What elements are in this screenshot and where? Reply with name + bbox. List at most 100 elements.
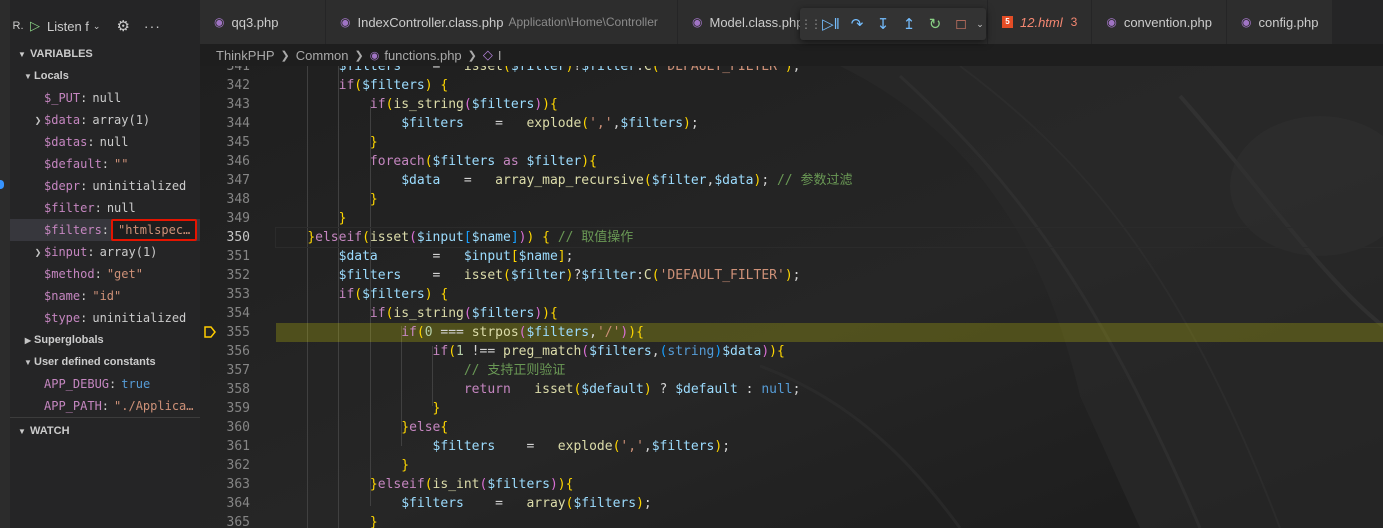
code-line[interactable]: } [276, 513, 1383, 528]
line-number: 364 [226, 496, 250, 511]
variable-row[interactable]: $method: "get" [10, 263, 200, 285]
line-number: 363 [226, 477, 250, 492]
code-line[interactable]: } [276, 209, 1383, 228]
debug-toolbar: R. ▷ Listen f ⌄ ⚙ ··· [10, 10, 200, 42]
chevron-right-icon: ▶ [24, 335, 32, 345]
error-count-badge: 3 [1070, 15, 1078, 29]
code-line[interactable]: $filters = explode(',',$filters); [276, 114, 1383, 133]
step-into-icon[interactable]: ↧ [870, 15, 896, 33]
code-line[interactable]: if($filters) { [276, 285, 1383, 304]
variable-row[interactable]: $type: uninitialized [10, 307, 200, 329]
variable-row[interactable]: $depr: uninitialized [10, 175, 200, 197]
code-line[interactable]: } [276, 190, 1383, 209]
line-number: 349 [226, 211, 250, 226]
step-out-icon[interactable]: ↥ [896, 15, 922, 33]
variable-row[interactable]: $default: "" [10, 153, 200, 175]
code-line[interactable]: }elseif(is_int($filters)){ [276, 475, 1383, 494]
variable-name: $datas [44, 135, 88, 149]
code-line[interactable]: // 支持正则验证 [276, 361, 1383, 380]
restart-icon[interactable]: ↻ [922, 15, 948, 33]
code-line[interactable]: return isset($default) ? $default : null… [276, 380, 1383, 399]
variable-colon: : [87, 135, 95, 149]
continue-icon[interactable]: ▷‖ [818, 15, 844, 33]
step-over-icon[interactable]: ↷ [844, 15, 870, 33]
variable-row[interactable]: $name: "id" [10, 285, 200, 307]
php-file-icon: ◉ [692, 15, 703, 29]
line-gutter: 341 342 343 344 345 346 347 348 349 350 351 352 353 3… [200, 66, 276, 528]
code-line[interactable]: $filters = isset($filter)?$filter:C('DEF… [276, 266, 1383, 285]
gear-icon[interactable]: ⚙ [116, 17, 129, 35]
constant-row[interactable]: APP_DEBUG: true [10, 373, 200, 395]
breadcrumb-item-common[interactable]: Common [296, 48, 349, 63]
variable-colon: : [80, 179, 88, 193]
code-line[interactable]: if($filters) { [276, 76, 1383, 95]
editor-tab[interactable]: ◉ qq3.php [200, 0, 326, 44]
tab-label: convention.php [1123, 14, 1212, 30]
constants-scope[interactable]: ▼ User defined constants [10, 351, 200, 373]
editor-tab[interactable]: 5 12.html 3 [988, 0, 1093, 44]
chevron-right-icon: ❯ [34, 115, 42, 125]
code-line[interactable]: } [276, 399, 1383, 418]
variable-row[interactable]: ❯ $data: array(1) [10, 109, 200, 131]
chevron-right-icon: ❯ [354, 49, 364, 62]
variable-name: $name [44, 289, 81, 303]
variable-name: $method [44, 267, 95, 281]
tab-label: config.php [1258, 14, 1319, 30]
constant-row[interactable]: APP_PATH: "./Applica… [10, 395, 200, 417]
editor-tab[interactable]: ◉ config.php [1227, 0, 1334, 44]
code-line[interactable]: }elseif(isset($input[$name])) { // 取值操作 [275, 227, 1383, 248]
breadcrumb-item-symbol[interactable]: I [498, 48, 502, 63]
variables-title: VARIABLES [30, 48, 93, 60]
variable-row[interactable]: $datas: null [10, 131, 200, 153]
editor-tab[interactable]: ◉ convention.php [1092, 0, 1227, 44]
line-number: 354 [226, 306, 250, 321]
code-line[interactable]: $filters = array($filters); [276, 494, 1383, 513]
watch-section-header[interactable]: ▼ WATCH [10, 420, 200, 442]
code-line[interactable]: if(0 === strpos($filters,'/')){ [276, 323, 1383, 342]
variable-colon: : [94, 201, 102, 215]
variable-colon: : [101, 223, 110, 237]
variables-section-header[interactable]: ▼ VARIABLES [10, 43, 200, 65]
code-line[interactable]: } [276, 456, 1383, 475]
launch-config-select[interactable]: Listen f ⌄ [47, 19, 100, 34]
code-editor[interactable]: $filters = isset($filter)?$filter:C('DEF… [200, 66, 1383, 528]
breadcrumb-item-thinkphp[interactable]: ThinkPHP [216, 48, 275, 63]
editor-tab[interactable]: ◉ IndexController.class.php Application\Ho… [326, 0, 678, 44]
variable-value: null [99, 135, 129, 149]
variable-row[interactable]: $filters: "htmlspec… [10, 219, 200, 241]
locals-scope[interactable]: ▼ Locals [10, 65, 200, 87]
chevron-down-icon[interactable]: ⌄ [974, 19, 986, 30]
code-line[interactable]: foreach($filters as $filter){ [276, 152, 1383, 171]
chevron-down-icon: ▼ [18, 49, 26, 59]
html5-icon: 5 [1002, 16, 1013, 28]
code-line[interactable]: } [276, 133, 1383, 152]
superglobals-label: Superglobals [34, 334, 104, 346]
code-line[interactable]: $filters = explode(',',$filters); [276, 437, 1383, 456]
code-line[interactable]: $filters = isset($filter)?$filter:C('DEF… [276, 66, 1383, 76]
play-icon[interactable]: ▷ [30, 18, 40, 34]
variable-colon: : [80, 289, 88, 303]
breadcrumb-item-file[interactable]: functions.php [384, 48, 461, 63]
code-line[interactable]: if(1 !== preg_match($filters,(string)$da… [276, 342, 1383, 361]
debug-sidebar: R. ▷ Listen f ⌄ ⚙ ··· ▼ VARIABLES ▼ Loca… [0, 0, 200, 528]
more-icon[interactable]: ··· [144, 18, 161, 34]
drag-handle-icon[interactable]: ⋮⋮ [800, 17, 822, 31]
stop-icon[interactable]: □ [948, 16, 974, 33]
code-line[interactable]: $data = array_map_recursive($filter,$dat… [276, 171, 1383, 190]
code-line[interactable]: if(is_string($filters)){ [276, 95, 1383, 114]
code-line[interactable]: if(is_string($filters)){ [276, 304, 1383, 323]
variable-value: "" [114, 157, 129, 171]
code-line[interactable]: $data = $input[$name]; [276, 247, 1383, 266]
chevron-right-icon: ❯ [467, 49, 477, 62]
variable-row[interactable]: ❯ $input: array(1) [10, 241, 200, 263]
constant-colon: : [109, 377, 117, 391]
tab-label: qq3.php [231, 14, 279, 30]
variable-row[interactable]: $filter: null [10, 197, 200, 219]
php-file-icon: ◉ [1241, 15, 1252, 29]
code-line[interactable]: }else{ [276, 418, 1383, 437]
variable-colon: : [80, 311, 88, 325]
chevron-down-icon: ▼ [24, 357, 32, 367]
superglobals-scope[interactable]: ▶ Superglobals [10, 329, 200, 351]
variable-row[interactable]: $_PUT: null [10, 87, 200, 109]
constant-value: "./Applica… [114, 399, 194, 413]
